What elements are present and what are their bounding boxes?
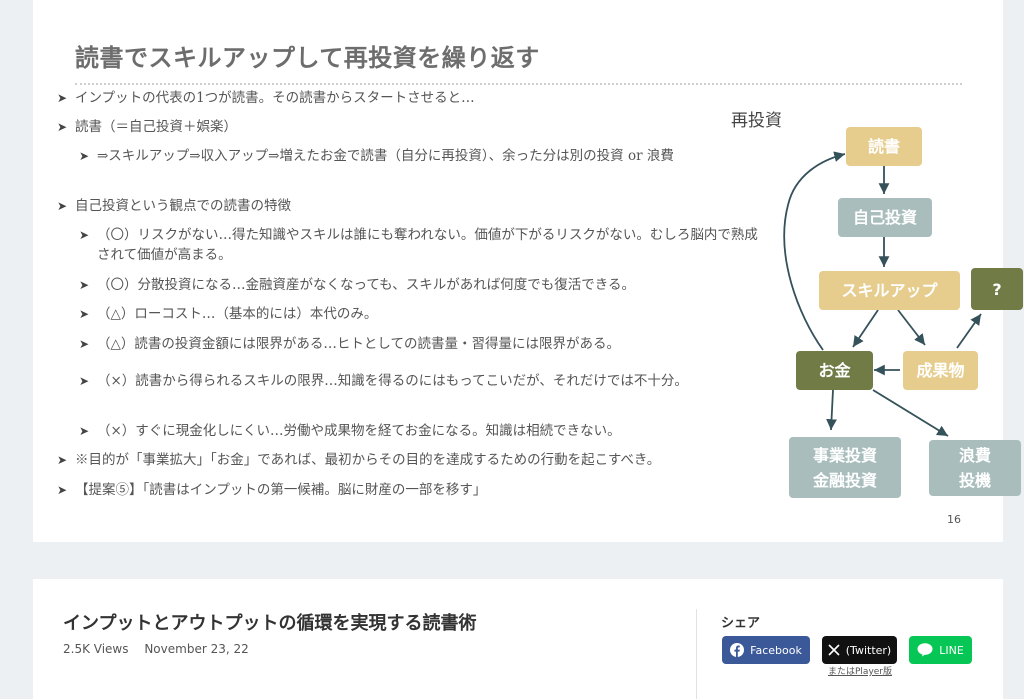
arrow-bullet-icon: ➤: [57, 483, 68, 497]
share-label: シェア: [721, 616, 761, 631]
arrow-bullet-icon: ➤: [79, 149, 90, 163]
x-logo-icon: [828, 644, 840, 656]
bullet-item: ➤ 読書（＝自己投資＋娯楽）: [57, 119, 237, 135]
bullet-item: ➤ （〇）リスクがない…得た知識やスキルは誰にも奪われない。価値が下がるリスクがな…: [79, 227, 758, 263]
arrow-bullet-icon: ➤: [57, 453, 68, 467]
arrow-deliverables-to-question: [956, 313, 982, 349]
facebook-icon: [730, 643, 745, 657]
line-label: LINE: [939, 643, 964, 657]
node-self-investment: 自己投資: [838, 198, 932, 237]
bullet-item: ➤ ※目的が「事業拡大」「お金」であれば、最初からその目的を達成するための行動を起…: [57, 452, 661, 468]
arrow-bullet-icon: ➤: [57, 120, 68, 134]
node-skill-up: スキルアップ: [819, 271, 960, 310]
bullet-item: ➤ （△）ローコスト…（基本的には）本代のみ。: [79, 306, 378, 322]
arrow-bullet-icon: ➤: [79, 228, 90, 242]
bullet-item: ➤ 【提案⑤】「読書はインプットの第一候補。脳に財産の一部を移す」: [57, 482, 487, 498]
bullet-item: ➤ （△）読書の投資金額には限界がある…ヒトとしての読書量・習得量には限界がある。: [79, 336, 620, 352]
facebook-label: Facebook: [750, 643, 802, 657]
panel-divider: [696, 609, 697, 699]
presentation-info-panel: インプットとアウトプットの循環を実現する読書術 2.5K Views Novem…: [33, 579, 1003, 699]
arrow-skill-up-to-money: [852, 309, 879, 348]
twitter-label: (Twitter): [845, 643, 892, 657]
presentation-meta: 2.5K Views November 23, 22: [63, 642, 249, 656]
bullet-item: ➤ インプットの代表の1つが読書。その読書からスタートさせると…: [57, 90, 475, 106]
bullet-item: ➤ （×）読書から得られるスキルの限界…知識を得るのにはもってこいだが、それだけで…: [79, 373, 688, 389]
arrow-money-to-business-investment: [826, 389, 837, 431]
arrow-skill-up-to-deliverables: [897, 309, 926, 346]
presentation-title: インプットとアウトプットの循環を実現する読書術: [63, 613, 477, 634]
twitter-share-button[interactable]: (Twitter): [822, 636, 897, 664]
player-version-link[interactable]: またはPlayer版: [828, 664, 892, 677]
arrow-bullet-icon: ➤: [79, 278, 90, 292]
slide: 読書でスキルアップして再投資を繰り返す ➤ インプットの代表の1つが読書。その読書…: [33, 0, 1023, 542]
publish-date: November 23, 22: [144, 642, 249, 656]
node-money: お金: [796, 351, 873, 390]
bullet-item: ➤ 自己投資という観点での読書の特徴: [57, 198, 291, 214]
bullet-item: ➤ （×）すぐに現金化しにくい…労働や成果物を経てお金になる。知識は相続できない。: [79, 423, 621, 439]
page-number: 16: [947, 513, 961, 526]
facebook-share-button[interactable]: Facebook: [722, 636, 810, 664]
reinvestment-diagram: 再投資 読書 自己投資 スキルアップ ? お金 成果物 事業投資 金融投資 浪費…: [723, 100, 1023, 520]
arrow-bullet-icon: ➤: [57, 91, 68, 105]
slide-title: 読書でスキルアップして再投資を繰り返す: [75, 44, 540, 72]
title-divider: [75, 83, 962, 85]
line-share-button[interactable]: LINE: [909, 636, 972, 664]
node-question: ?: [971, 268, 1023, 310]
bullet-item: ➤ ⇒スキルアップ⇒収入アップ⇒増えたお金で読書（自分に再投資）、余った分は別の投…: [79, 148, 674, 164]
arrow-bullet-icon: ➤: [79, 307, 90, 321]
arrow-bullet-icon: ➤: [79, 424, 90, 438]
arrow-money-to-waste: [872, 389, 949, 437]
node-business-investment: 事業投資 金融投資: [789, 437, 901, 498]
node-reading: 読書: [846, 127, 922, 166]
arrow-bullet-icon: ➤: [79, 374, 90, 388]
arrow-bullet-icon: ➤: [57, 199, 68, 213]
arrow-money-to-reading: [783, 151, 846, 351]
node-deliverables: 成果物: [903, 351, 978, 390]
arrow-bullet-icon: ➤: [79, 337, 90, 351]
view-count: 2.5K Views: [63, 642, 129, 656]
node-waste: 浪費 投機: [929, 440, 1021, 496]
line-icon: [917, 643, 933, 657]
bullet-item: ➤ （〇）分散投資になる…金融資産がなくなっても、スキルがあれば何度でも復活できる…: [79, 277, 635, 293]
